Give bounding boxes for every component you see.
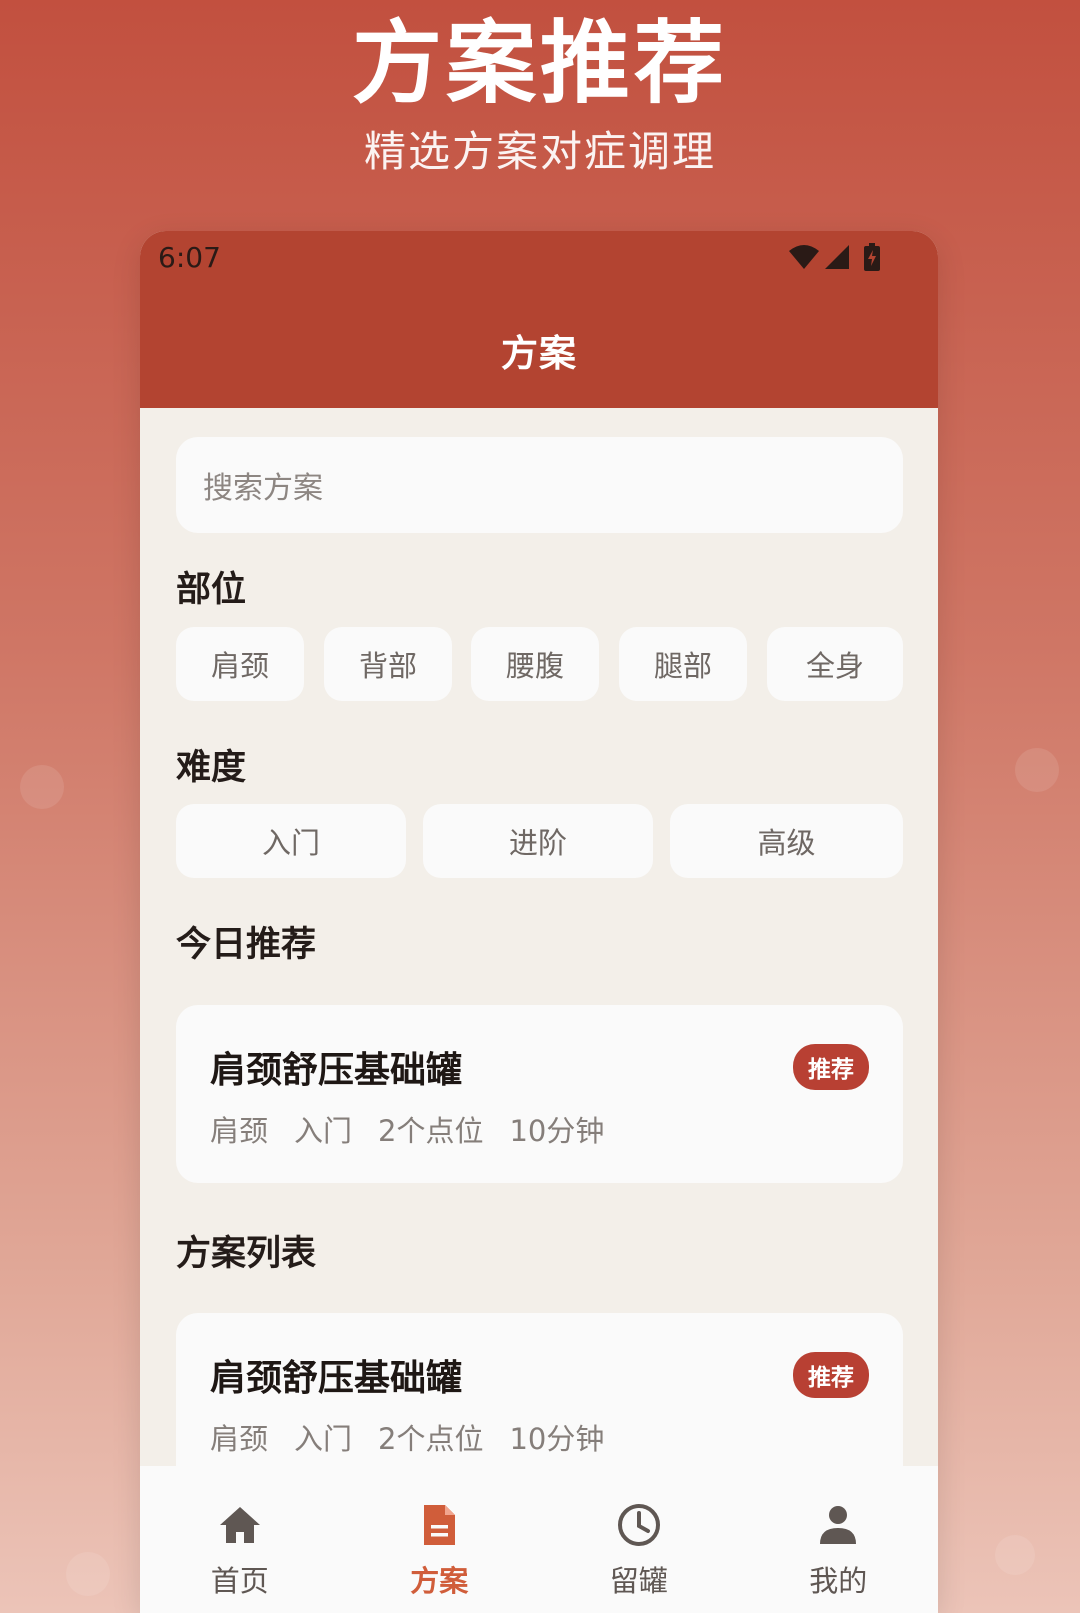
home-icon [218, 1502, 262, 1548]
clock-icon [616, 1502, 662, 1548]
status-time: 6:07 [158, 241, 221, 274]
search-placeholder: 搜索方案 [203, 471, 323, 506]
body-part-label: 部位 [176, 570, 247, 610]
plan-title: 肩颈舒压基础罐 [210, 1358, 463, 1399]
page-title: 方案 [501, 332, 577, 375]
search-input[interactable]: 搜索方案 [176, 437, 903, 533]
app-bar: 6:07 方案 [140, 231, 938, 408]
battery-icon [864, 243, 880, 275]
plan-duration: 10分钟 [509, 1422, 605, 1456]
difficulty-chip[interactable]: 入门 [176, 804, 406, 878]
background-bubble [995, 1535, 1035, 1575]
nav-label-plans: 方案 [410, 1564, 469, 1598]
plan-level: 入门 [294, 1114, 353, 1148]
plan-list-item[interactable]: 肩颈舒压基础罐 推荐 肩颈 入门 2个点位 10分钟 [176, 1313, 903, 1491]
body-part-chip[interactable]: 腿部 [619, 627, 747, 701]
background-bubble [1015, 748, 1059, 792]
nav-item-plans[interactable]: 方案 [340, 1466, 540, 1613]
plan-meta: 肩颈 入门 2个点位 10分钟 [210, 1108, 604, 1150]
recommend-badge: 推荐 [793, 1044, 869, 1090]
nav-item-cupping[interactable]: 留罐 [539, 1466, 739, 1613]
nav-label-profile: 我的 [809, 1564, 868, 1598]
wifi-icon [788, 244, 820, 274]
user-icon [818, 1502, 858, 1548]
plan-title: 肩颈舒压基础罐 [210, 1050, 463, 1091]
body-part-chip[interactable]: 背部 [324, 627, 452, 701]
recommend-badge: 推荐 [793, 1352, 869, 1398]
body-part-chip[interactable]: 全身 [767, 627, 903, 701]
promo-title: 方案推荐 [352, 11, 728, 116]
background-bubble [20, 765, 64, 809]
phone-screen: 6:07 方案 搜索方案 部位 肩颈 背部 腰腹 腿部 全身 难度 入门 进阶 … [140, 231, 938, 1613]
status-icons [788, 243, 880, 275]
plan-duration: 10分钟 [509, 1114, 605, 1148]
nav-label-home: 首页 [210, 1564, 269, 1598]
difficulty-chip[interactable]: 高级 [670, 804, 903, 878]
body-part-chip[interactable]: 腰腹 [471, 627, 599, 701]
plan-level: 入门 [294, 1422, 353, 1456]
difficulty-chip[interactable]: 进阶 [423, 804, 653, 878]
body-part-chip[interactable]: 肩颈 [176, 627, 304, 701]
plan-points: 2个点位 [378, 1114, 484, 1148]
difficulty-label: 难度 [176, 748, 247, 788]
plan-list-label: 方案列表 [176, 1234, 317, 1274]
plan-area: 肩颈 [210, 1114, 269, 1148]
today-recommend-label: 今日推荐 [176, 925, 317, 965]
nav-label-cupping: 留罐 [609, 1564, 668, 1598]
plan-points: 2个点位 [378, 1422, 484, 1456]
bottom-nav: 首页 方案 留罐 我的 [140, 1466, 938, 1613]
today-plan-card[interactable]: 肩颈舒压基础罐 推荐 肩颈 入门 2个点位 10分钟 [176, 1005, 903, 1183]
plan-area: 肩颈 [210, 1422, 269, 1456]
document-icon [421, 1502, 457, 1548]
signal-icon [824, 244, 850, 274]
nav-item-profile[interactable]: 我的 [739, 1466, 939, 1613]
background-bubble [66, 1552, 110, 1596]
nav-item-home[interactable]: 首页 [140, 1466, 340, 1613]
plan-meta: 肩颈 入门 2个点位 10分钟 [210, 1416, 604, 1458]
promo-subtitle: 精选方案对症调理 [363, 127, 716, 176]
